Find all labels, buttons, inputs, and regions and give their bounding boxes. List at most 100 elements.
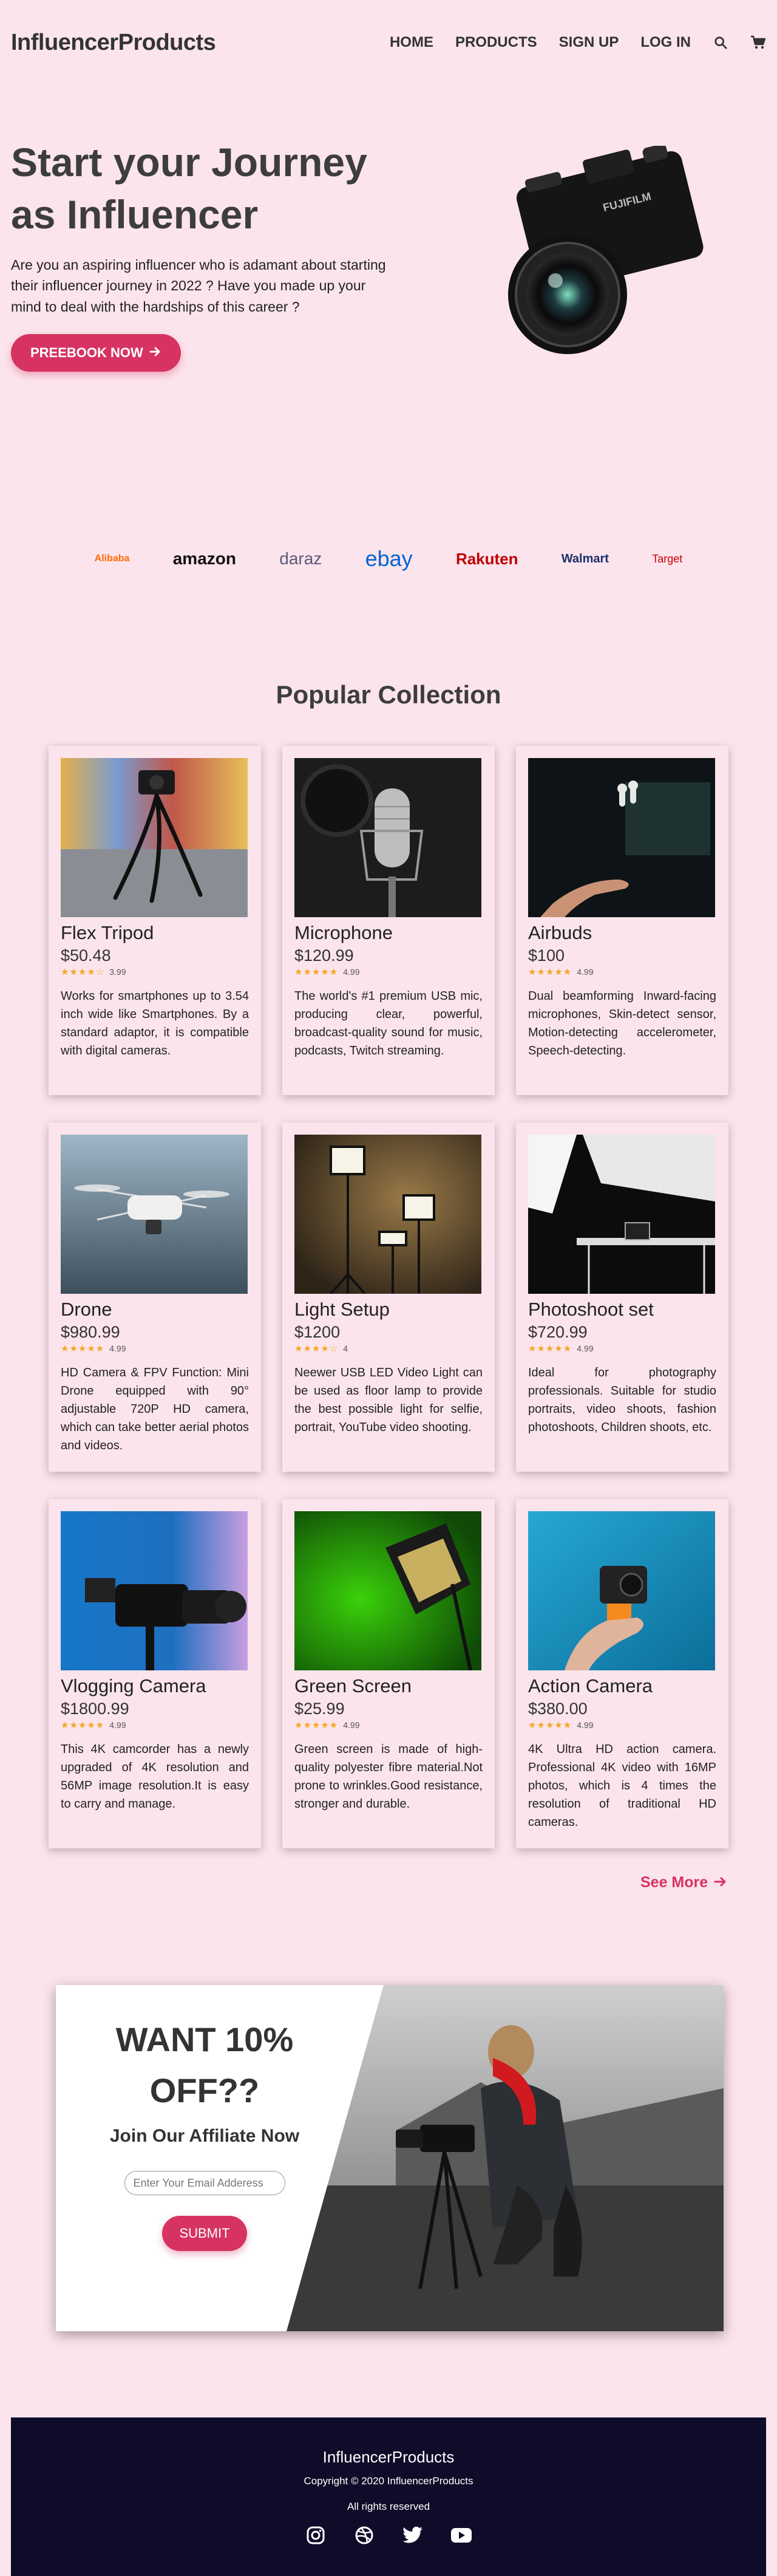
product-rating: ★★★★★ 4.99 (528, 1343, 716, 1354)
product-description: Neewer USB LED Video Light can be used a… (294, 1366, 483, 1434)
product-price: $1200 (294, 1323, 341, 1341)
nav-home-link[interactable]: HOME (390, 34, 433, 51)
product-card[interactable]: Drone $980.99 ★★★★★ 4.99 HD Camera & FPV … (49, 1122, 261, 1472)
star-rating-icon: ★★★★★ (528, 967, 572, 977)
product-name: Photoshoot set (528, 1299, 654, 1320)
product-image-drone (61, 1135, 248, 1294)
rating-value: 4.99 (577, 967, 594, 977)
arrow-right-icon (149, 345, 161, 361)
arrow-right-icon (714, 1874, 727, 1891)
product-rating: ★★★★★ 4.99 (294, 966, 483, 977)
navbar: InfluencerProducts HOME PRODUCTS SIGN UP… (0, 0, 777, 85)
target-logo: Target (652, 552, 683, 565)
product-rating: ★★★★☆ 4 (294, 1343, 483, 1354)
hero-section: Start your Journey as Influencer Are you… (11, 137, 399, 372)
product-card[interactable]: Microphone $120.99 ★★★★★ 4.99 The world's… (282, 746, 495, 1095)
rating-value: 4.99 (577, 1720, 594, 1730)
footer-rights: All rights reserved (347, 2501, 430, 2512)
promo-title-line1: WANT 10% (115, 2020, 294, 2058)
product-name: Action Camera (528, 1675, 653, 1696)
star-rating-icon: ★★★★★ (294, 967, 339, 977)
nav-links: HOME PRODUCTS SIGN UP LOG IN (390, 34, 766, 51)
product-card[interactable]: Airbuds $100 ★★★★★ 4.99 Dual beamforming … (516, 746, 728, 1095)
product-card[interactable]: Action Camera $380.00 ★★★★★ 4.99 4K Ultra… (516, 1499, 728, 1848)
instagram-icon[interactable] (304, 2524, 327, 2547)
alibaba-logo: Alibaba (94, 553, 130, 564)
product-name: Vlogging Camera (61, 1675, 206, 1696)
product-card[interactable]: Green Screen $25.99 ★★★★★ 4.99 Green scre… (282, 1499, 495, 1848)
twitter-icon[interactable] (401, 2524, 424, 2547)
product-price: $100 (528, 946, 565, 965)
product-description: 4K Ultra HD action camera. Professional … (528, 1743, 716, 1829)
cart-icon[interactable] (750, 35, 766, 50)
see-more-link[interactable]: See More (640, 1874, 727, 1891)
rating-value: 4.99 (577, 1344, 594, 1353)
product-rating: ★★★★★ 4.99 (61, 1720, 249, 1730)
product-name: Flex Tripod (61, 922, 154, 943)
hero-title: Start your Journey as Influencer (11, 137, 399, 241)
prebook-button[interactable]: PREEBOOK NOW (11, 334, 181, 372)
product-price: $720.99 (528, 1323, 588, 1341)
product-price: $980.99 (61, 1323, 120, 1341)
promo-form: WANT 10% OFF?? Join Our Affiliate Now SU… (56, 1985, 353, 2331)
product-card[interactable]: Light Setup $1200 ★★★★☆ 4 Neewer USB LED … (282, 1122, 495, 1472)
hero-camera-image: FUJIFILM (508, 146, 704, 354)
star-rating-icon: ★★★★☆ (61, 967, 105, 977)
product-rating: ★★★★★ 4.99 (528, 1720, 716, 1730)
promo-title: WANT 10% OFF?? (56, 2014, 353, 2116)
rating-value: 4.99 (343, 1720, 360, 1730)
product-name: Drone (61, 1299, 112, 1320)
email-input[interactable] (124, 2171, 285, 2195)
social-links (11, 2524, 766, 2547)
product-name: Microphone (294, 922, 393, 943)
footer-copyright: Copyright © 2020 InfluencerProducts (304, 2475, 473, 2487)
hero-title-line2: as Influencer (11, 191, 259, 237)
amazon-logo: amazon (172, 549, 236, 568)
star-rating-icon: ★★★★★ (528, 1344, 572, 1354)
star-rating-icon: ★★★★★ (61, 1344, 105, 1354)
product-price: $120.99 (294, 946, 354, 965)
product-image-light-setup (294, 1135, 481, 1294)
walmart-logo: Walmart (561, 552, 609, 565)
product-image-vlogging-camera (61, 1511, 248, 1670)
product-price: $380.00 (528, 1700, 588, 1718)
nav-products-link[interactable]: PRODUCTS (455, 34, 537, 51)
product-price: $1800.99 (61, 1700, 129, 1718)
hero-description: Are you an aspiring influencer who is ad… (11, 256, 386, 315)
rating-value: 4.99 (109, 1344, 126, 1353)
product-rating: ★★★★★ 4.99 (61, 1343, 249, 1354)
promo-title-line2: OFF?? (149, 2071, 260, 2110)
product-card[interactable]: Flex Tripod $50.48 ★★★★☆ 3.99 Works for s… (49, 746, 261, 1095)
product-card[interactable]: Photoshoot set $720.99 ★★★★★ 4.99 Ideal f… (516, 1122, 728, 1472)
product-image-tripod (61, 758, 248, 917)
product-card[interactable]: Vlogging Camera $1800.99 ★★★★★ 4.99 This … (49, 1499, 261, 1848)
footer: InfluencerProducts Copyright © 2020 Infl… (11, 2417, 766, 2576)
product-rating: ★★★★☆ 3.99 (61, 966, 249, 977)
youtube-icon[interactable] (450, 2524, 473, 2547)
product-price: $25.99 (294, 1700, 345, 1718)
prebook-button-label: PREEBOOK NOW (30, 345, 143, 361)
nav-signup-link[interactable]: SIGN UP (559, 34, 619, 51)
promo-subtitle: Join Our Affiliate Now (109, 2126, 300, 2146)
star-rating-icon: ★★★★★ (528, 1720, 572, 1730)
product-image-action-camera (528, 1511, 715, 1670)
product-grid: Flex Tripod $50.48 ★★★★☆ 3.99 Works for s… (49, 746, 728, 1848)
see-more-label: See More (640, 1874, 708, 1891)
submit-button[interactable]: SUBMIT (162, 2216, 247, 2251)
dribbble-icon[interactable] (353, 2524, 376, 2547)
star-rating-icon: ★★★★★ (294, 1720, 339, 1730)
search-icon[interactable] (713, 35, 728, 50)
product-image-airbuds (528, 758, 715, 917)
product-price: $50.48 (61, 946, 111, 965)
product-description: This 4K camcorder has a newly upgraded o… (61, 1743, 249, 1811)
product-description: Dual beamforming Inward-facing microphon… (528, 989, 716, 1057)
product-rating: ★★★★★ 4.99 (528, 966, 716, 977)
ebay-logo: ebay (365, 546, 413, 571)
product-image-green-screen (294, 1511, 481, 1670)
product-name: Light Setup (294, 1299, 390, 1320)
affiliate-promo: WANT 10% OFF?? Join Our Affiliate Now SU… (56, 1985, 724, 2331)
product-image-microphone (294, 758, 481, 917)
nav-login-link[interactable]: LOG IN (640, 34, 691, 51)
brand-logo[interactable]: InfluencerProducts (11, 30, 216, 56)
star-rating-icon: ★★★★★ (61, 1720, 105, 1730)
